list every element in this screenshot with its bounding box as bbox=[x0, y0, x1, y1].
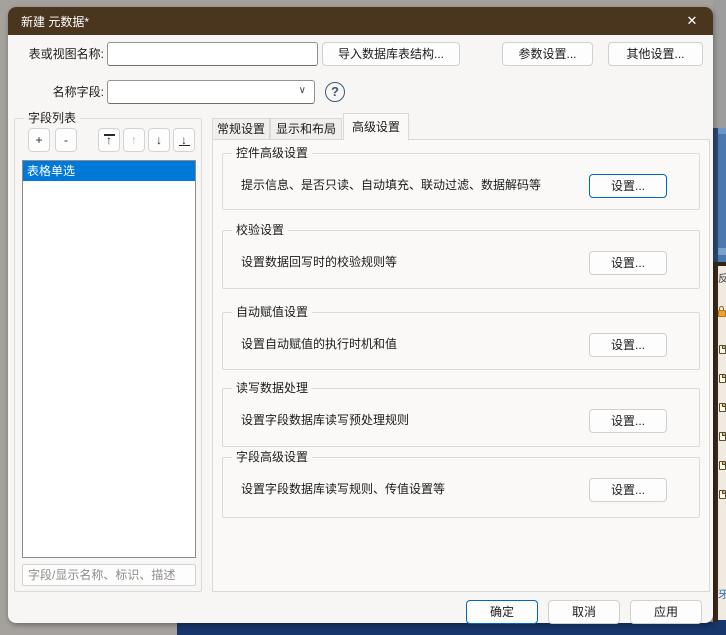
field-listbox[interactable]: 表格单选 bbox=[22, 160, 196, 558]
dialog-title: 新建 元数据* bbox=[21, 14, 90, 29]
group-title: 校验设置 bbox=[232, 222, 289, 238]
field-filter-input[interactable] bbox=[22, 564, 196, 586]
group-title: 自动赋值设置 bbox=[232, 304, 313, 320]
table-name-label: 表或视图名称: bbox=[28, 47, 104, 61]
auto-assign-group: 自动赋值设置 设置自动赋值的执行时机和值 设置... bbox=[222, 304, 700, 370]
titlebar[interactable]: 新建 元数据* ✕ bbox=[8, 7, 713, 35]
read-write-group: 读写数据处理 设置字段数据库读写预处理规则 设置... bbox=[222, 380, 700, 447]
control-advanced-settings-button[interactable]: 设置... bbox=[589, 174, 667, 198]
tab-general-settings[interactable]: 常规设置 bbox=[212, 118, 270, 140]
cancel-button[interactable]: 取消 bbox=[548, 600, 620, 624]
document-icon bbox=[719, 403, 726, 412]
auto-assign-settings-button[interactable]: 设置... bbox=[589, 333, 667, 357]
group-description: 设置字段数据库读写规则、传值设置等 bbox=[241, 482, 446, 496]
screen: { "window": { "title": "新建 元数据*", "close… bbox=[0, 0, 726, 635]
name-field-combobox[interactable]: ∨ bbox=[107, 80, 315, 104]
field-list-title: 字段列表 bbox=[24, 110, 81, 126]
other-settings-button[interactable]: 其他设置... bbox=[608, 42, 703, 66]
document-icon bbox=[719, 345, 726, 354]
document-icon bbox=[719, 374, 726, 383]
table-name-input[interactable] bbox=[107, 42, 318, 66]
control-advanced-group: 控件高级设置 提示信息、是否只读、自动填充、联动过滤、数据解码等 设置... bbox=[222, 145, 700, 210]
help-icon[interactable]: ? bbox=[325, 82, 345, 102]
name-field-label: 名称字段: bbox=[52, 85, 104, 99]
validation-settings-button[interactable]: 设置... bbox=[589, 251, 667, 275]
validation-group: 校验设置 设置数据回写时的校验规则等 设置... bbox=[222, 222, 700, 289]
document-icon bbox=[719, 461, 726, 470]
group-title: 控件高级设置 bbox=[232, 145, 313, 161]
chevron-down-icon[interactable]: ∨ bbox=[299, 85, 306, 96]
background-link-fragment: 牙 bbox=[718, 590, 726, 601]
group-description: 设置数据回写时的校验规则等 bbox=[241, 255, 398, 269]
group-description: 提示信息、是否只读、自动填充、联动过滤、数据解码等 bbox=[241, 178, 542, 192]
group-title: 读写数据处理 bbox=[232, 380, 313, 396]
list-item[interactable]: 表格单选 bbox=[23, 161, 195, 181]
tab-display-layout[interactable]: 显示和布局 bbox=[270, 118, 342, 140]
field-advanced-settings-button[interactable]: 设置... bbox=[589, 478, 667, 502]
read-write-settings-button[interactable]: 设置... bbox=[589, 409, 667, 433]
close-icon[interactable]: ✕ bbox=[675, 7, 709, 35]
ok-button[interactable]: 确定 bbox=[466, 600, 538, 624]
import-table-structure-button[interactable]: 导入数据库表结构... bbox=[322, 42, 460, 66]
group-description: 设置字段数据库读写预处理规则 bbox=[241, 413, 410, 427]
parameter-settings-button[interactable]: 参数设置... bbox=[502, 42, 593, 66]
document-icon bbox=[719, 490, 726, 499]
add-field-button[interactable]: + bbox=[28, 128, 50, 152]
apply-button[interactable]: 应用 bbox=[630, 600, 702, 624]
tab-advanced-settings[interactable]: 高级设置 bbox=[343, 113, 409, 140]
new-metadata-dialog: 新建 元数据* ✕ 表或视图名称: 导入数据库表结构... 参数设置... 其他… bbox=[8, 7, 713, 624]
field-advanced-group: 字段高级设置 设置字段数据库读写规则、传值设置等 设置... bbox=[222, 449, 700, 518]
group-title: 字段高级设置 bbox=[232, 449, 313, 465]
group-description: 设置自动赋值的执行时机和值 bbox=[241, 337, 398, 351]
lock-icon bbox=[718, 306, 726, 318]
document-icon bbox=[719, 432, 726, 441]
background-text-fragment: 反 bbox=[718, 274, 726, 285]
move-bottom-button[interactable]: ↓ bbox=[173, 128, 195, 152]
move-top-button[interactable]: ↑ bbox=[98, 128, 120, 152]
remove-field-button[interactable]: - bbox=[55, 128, 77, 152]
move-down-button[interactable]: ↓ bbox=[148, 128, 170, 152]
background-window-strip: 反 牙 bbox=[718, 0, 726, 635]
move-up-button[interactable]: ↑ bbox=[123, 128, 145, 152]
